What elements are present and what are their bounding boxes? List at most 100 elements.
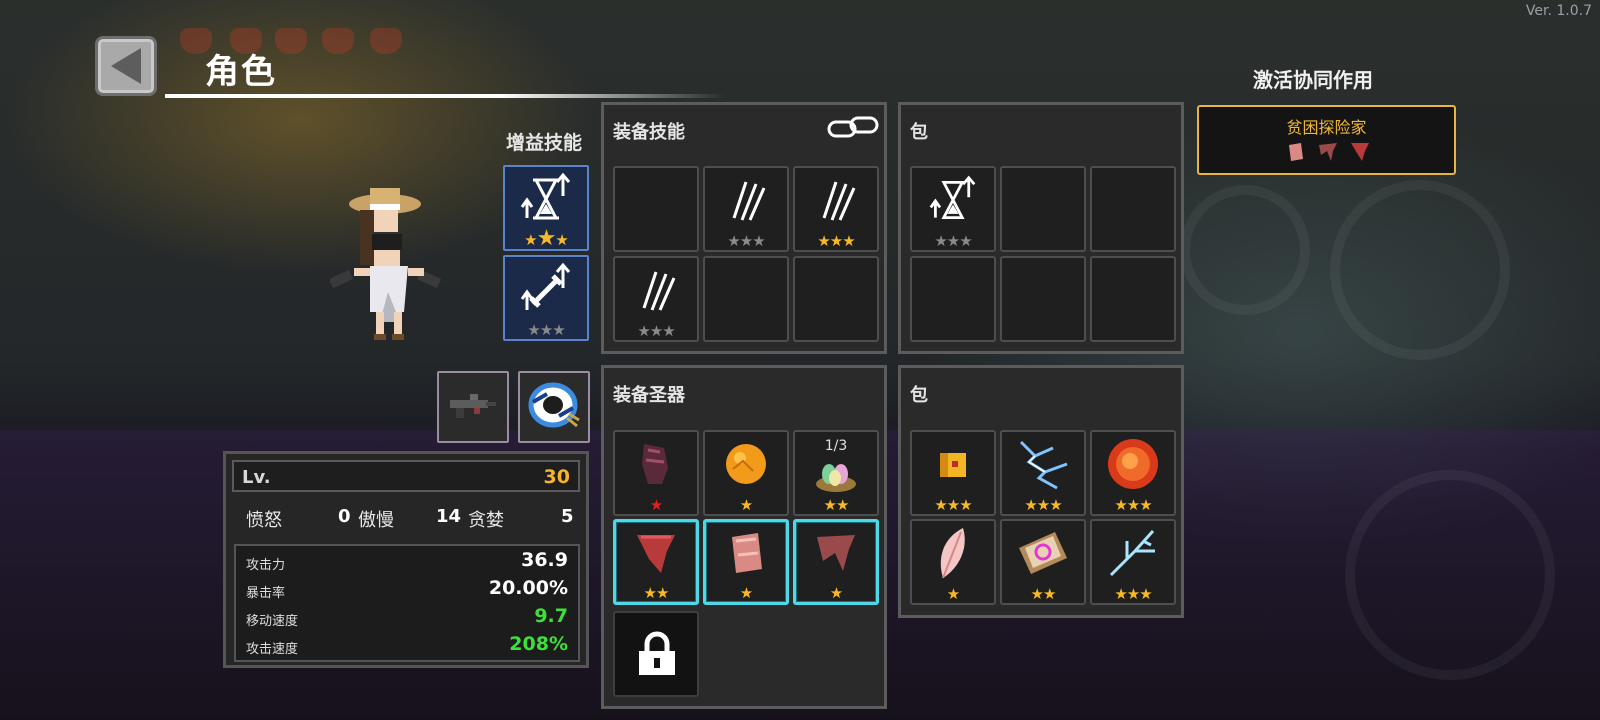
version-label: Ver. 1.0.7 xyxy=(1525,3,1592,19)
level-label: Lv. xyxy=(242,467,271,488)
greed-value: 5 xyxy=(561,506,574,527)
star-rating: ★★ xyxy=(1030,585,1057,603)
padlock-icon xyxy=(635,631,679,681)
background-ring xyxy=(1345,470,1555,680)
ice-branch-icon xyxy=(1092,521,1174,585)
star-rating: ★★★ xyxy=(527,321,565,339)
pride-value: 14 xyxy=(436,506,462,527)
stats-panel: Lv. 30 愤怒 0 傲慢 14 贪婪 5 攻击力 36.9 暴击率 20.0… xyxy=(223,451,589,668)
lightning-icon xyxy=(1002,432,1084,496)
background-heart-icon xyxy=(370,28,402,54)
level-bar: Lv. 30 xyxy=(232,460,580,492)
meat-chunk-icon xyxy=(1285,141,1307,163)
bag-skill-slot[interactable] xyxy=(910,256,996,342)
weapon-slot[interactable] xyxy=(437,371,509,443)
bag-relic-slot[interactable]: ★★★ xyxy=(910,430,996,516)
bag-skill-slot[interactable] xyxy=(1000,256,1086,342)
buff-skill-slot[interactable]: ★★★ xyxy=(503,255,589,341)
skill-bag-panel: 包 ★★★ xyxy=(898,102,1184,354)
orange-orb-icon xyxy=(705,432,787,496)
wrath-value: 0 xyxy=(338,506,351,527)
bag-skill-slot[interactable] xyxy=(1090,256,1176,342)
dark-gauntlet-icon xyxy=(615,432,697,496)
attack-speed-row: 攻击速度 208% xyxy=(236,632,578,660)
bag-skill-slot[interactable] xyxy=(1090,166,1176,252)
gold-box-icon xyxy=(912,432,994,496)
equip-skill-slot[interactable] xyxy=(613,166,699,252)
greed-label: 贪婪 xyxy=(468,510,504,531)
crit-rate-row: 暴击率 20.00% xyxy=(236,576,578,604)
star-rating: ★★★ xyxy=(817,232,855,250)
equip-relics-panel: 装备圣器 ★ ★ 1/3 ★★ ★★ ★ ★ xyxy=(601,365,887,709)
bag-skill-slot[interactable] xyxy=(1000,166,1086,252)
claw-slash-icon xyxy=(795,168,877,232)
relic-slot[interactable]: ★★ xyxy=(613,519,699,605)
hourglass-up-icon xyxy=(912,168,994,232)
bag-relic-slot[interactable]: ★★★ xyxy=(1000,430,1086,516)
bag-skill-slot[interactable]: ★★★ xyxy=(910,166,996,252)
magic-book-icon xyxy=(1002,521,1084,585)
background-heart-icon xyxy=(322,28,354,54)
relic-slot[interactable]: ★ xyxy=(613,430,699,516)
bag-relic-slot[interactable]: ★ xyxy=(910,519,996,605)
equip-skill-slot[interactable]: ★★★ xyxy=(793,166,879,252)
title-underline xyxy=(165,94,725,98)
star-rating: ★★★ xyxy=(934,232,972,250)
wrath-label: 愤怒 xyxy=(246,510,282,531)
claw-slash-icon xyxy=(705,168,787,232)
chain-link-icon[interactable] xyxy=(826,113,880,147)
star-rating: ★★★ xyxy=(1114,585,1152,603)
relic-bag-panel: 包 ★★★ ★★★ ★★★ ★ ★★ ★★★ xyxy=(898,365,1184,618)
equip-skills-title: 装备技能 xyxy=(613,122,685,143)
background-ring xyxy=(1180,185,1310,315)
star-rating: ★★★ xyxy=(637,322,675,340)
equip-skill-slot[interactable] xyxy=(793,256,879,342)
equip-skill-slot[interactable]: ★★★ xyxy=(613,256,699,342)
move-speed-row: 移动速度 9.7 xyxy=(236,604,578,632)
star-rating: ★★★ xyxy=(524,226,569,251)
attack-value: 36.9 xyxy=(521,549,568,571)
pride-label: 傲慢 xyxy=(358,510,394,531)
star-rating: ★★★ xyxy=(1114,496,1152,514)
star-rating: ★★★ xyxy=(1024,496,1062,514)
back-button[interactable] xyxy=(95,36,157,96)
star-rating: ★ xyxy=(739,584,753,602)
pink-feather-icon xyxy=(912,521,994,585)
attack-speed-label: 攻击速度 xyxy=(246,642,299,657)
move-speed-label: 移动速度 xyxy=(246,614,299,629)
synergy-card[interactable]: 贫困探险家 xyxy=(1197,105,1456,175)
star-rating: ★ xyxy=(739,496,753,514)
bag-relic-slot[interactable]: ★★ xyxy=(1000,519,1086,605)
star-rating: ★ xyxy=(829,584,843,602)
bag-relic-slot[interactable]: ★★★ xyxy=(1090,430,1176,516)
relic-slot[interactable]: ★ xyxy=(703,430,789,516)
character-sprite xyxy=(328,182,450,352)
equip-skill-slot[interactable] xyxy=(703,256,789,342)
page-title: 角色 xyxy=(205,52,277,92)
attribute-list: 攻击力 36.9 暴击率 20.00% 移动速度 9.7 攻击速度 208% xyxy=(234,544,580,662)
synergy-title: 激活协同作用 xyxy=(1253,68,1373,92)
hat-slot[interactable] xyxy=(518,371,590,443)
bag-relic-slot[interactable]: ★★★ xyxy=(1090,519,1176,605)
equip-skills-panel: 装备技能 ★★★ ★★★ ★★★ xyxy=(601,102,887,354)
machine-gun-icon xyxy=(448,390,498,424)
relic-slot[interactable]: ★ xyxy=(703,519,789,605)
crit-rate-value: 20.00% xyxy=(488,577,568,599)
sword-up-icon xyxy=(505,257,587,321)
red-cape-icon xyxy=(1317,141,1339,163)
sin-stats-row: 愤怒 0 傲慢 14 贪婪 5 xyxy=(226,506,592,534)
star-rating: ★ xyxy=(946,585,960,603)
sailor-cap-icon xyxy=(527,380,581,434)
locked-relic-slot[interactable] xyxy=(613,611,699,697)
buff-skill-slot[interactable]: ★★★ xyxy=(503,165,589,251)
red-cloth-icon xyxy=(1349,141,1371,163)
relic-slot[interactable]: 1/3 ★★ xyxy=(793,430,879,516)
relic-slot[interactable]: ★ xyxy=(793,519,879,605)
background-heart-icon xyxy=(275,28,307,54)
equip-skill-slot[interactable]: ★★★ xyxy=(703,166,789,252)
crit-rate-label: 暴击率 xyxy=(246,586,286,601)
synergy-name: 贫困探险家 xyxy=(1286,118,1367,137)
star-rating: ★★ xyxy=(823,496,850,514)
fire-orb-icon xyxy=(1092,432,1174,496)
star-rating: ★★ xyxy=(643,584,670,602)
